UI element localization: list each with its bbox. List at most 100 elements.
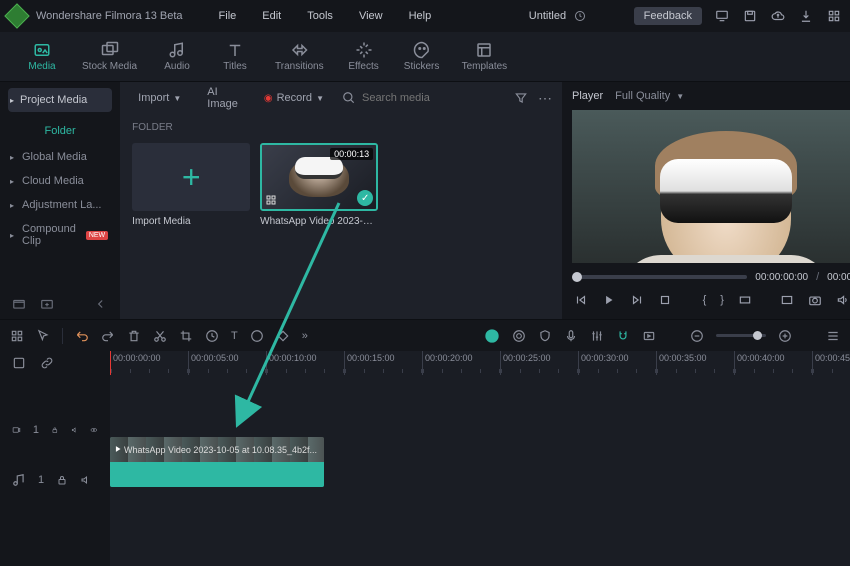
current-time: 00:00:00:00 [755,272,808,283]
export-icon[interactable] [798,8,814,24]
magnet-icon[interactable] [616,329,630,343]
tab-effects[interactable]: Effects [336,37,392,76]
speed-icon[interactable] [205,329,219,343]
new-folder-icon[interactable] [12,297,26,311]
collapse-sidebar-icon[interactable] [94,297,108,311]
zoom-slider[interactable] [716,334,766,337]
import-dropdown[interactable]: Import▼ [130,89,189,107]
sidebar-item-adjustment-layer[interactable]: ▸Adjustment La... [0,193,120,217]
record-button[interactable] [484,328,500,344]
redo-icon[interactable] [101,329,115,343]
camera-icon[interactable] [808,293,822,307]
audio-track-header[interactable]: 1 [0,455,110,505]
seek-handle[interactable] [572,272,582,282]
cut-icon[interactable] [153,329,167,343]
color-icon[interactable] [250,329,264,343]
record-dropdown[interactable]: ◉Record▼ [256,89,332,107]
sidebar-folder-label[interactable]: Folder [0,120,120,145]
play-icon[interactable] [602,293,616,307]
render-icon[interactable] [642,329,656,343]
sidebar-item-project-media[interactable]: ▸ Project Media [8,88,112,112]
arrange-icon[interactable] [10,329,24,343]
volume-icon[interactable] [836,293,850,307]
seek-track[interactable] [572,275,747,279]
menu-view[interactable]: View [349,6,393,26]
sidebar-item-cloud-media[interactable]: ▸Cloud Media [0,169,120,193]
ai-image-button[interactable]: AI Image [199,83,246,113]
apps-icon[interactable] [826,8,842,24]
feedback-button[interactable]: Feedback [634,7,702,25]
filter-icon[interactable] [514,91,528,105]
visibility-icon[interactable] [90,424,98,436]
lock-icon[interactable] [51,424,59,436]
menu-help[interactable]: Help [399,6,442,26]
tab-media[interactable]: Media [14,37,70,76]
asset-tabs: Media Stock Media Audio Titles Transitio… [0,32,850,82]
save-icon[interactable] [742,8,758,24]
text-icon[interactable]: T [231,330,238,342]
sidebar-item-compound-clip[interactable]: ▸Compound ClipNEW [0,217,120,253]
delete-icon[interactable] [127,329,141,343]
timeline-tracks[interactable]: WhatsApp Video 2023-10-05 at 10.08.35_4b… [110,375,850,566]
menu-file[interactable]: File [209,6,247,26]
new-bin-icon[interactable] [40,297,54,311]
list-view-icon[interactable] [826,329,840,343]
video-track-icon [12,423,21,437]
zoom-in-icon[interactable] [778,329,792,343]
fullscreen-icon[interactable] [780,293,794,307]
tab-transitions[interactable]: Transitions [265,37,334,76]
grid-icon [265,194,277,206]
quality-selector[interactable]: Full Quality▼ [615,90,684,102]
prev-frame-icon[interactable] [574,293,588,307]
import-media-card[interactable]: + Import Media [132,143,250,232]
player-seekbar: 00:00:00:00 / 00:00:13:20 [572,263,850,287]
desktop-icon[interactable] [714,8,730,24]
stickers-icon [413,41,431,59]
mute-icon[interactable] [80,474,92,486]
video-track-header[interactable]: 1 [0,405,110,455]
templates-icon [475,41,493,59]
sidebar-item-global-media[interactable]: ▸Global Media [0,145,120,169]
tab-templates[interactable]: Templates [452,37,518,76]
next-frame-icon[interactable] [630,293,644,307]
marker-icon[interactable] [512,329,526,343]
menu-tools[interactable]: Tools [297,6,343,26]
plus-icon: + [182,159,201,196]
zoom-handle[interactable] [753,331,762,340]
document-title: Untitled [489,10,586,22]
media-panel: Import▼ AI Image ◉Record▼ ⋯ FOLDER + Imp… [120,82,562,319]
mute-icon[interactable] [71,424,79,436]
timeline-ruler[interactable]: 00:00:00:00 00:00:05:00 00:00:10:00 00:0… [110,351,850,375]
mixer-icon[interactable] [590,329,604,343]
media-clip-card[interactable]: 00:00:13 ✓ WhatsApp Video 2023-10-05... [260,143,378,232]
timeline-clip[interactable]: WhatsApp Video 2023-10-05 at 10.08.35_4b… [110,437,324,487]
more-icon[interactable]: ⋯ [538,90,552,107]
timeline-settings-icon[interactable] [12,356,26,370]
tab-stickers[interactable]: Stickers [394,37,450,76]
more-tools-icon[interactable]: » [302,330,308,342]
audio-track-icon [12,473,26,487]
mark-in-icon[interactable]: { [703,294,707,306]
timeline: 00:00:00:00 00:00:05:00 00:00:10:00 00:0… [0,351,850,566]
search-media-input[interactable] [362,92,504,104]
link-icon[interactable] [40,356,54,370]
mark-out-icon[interactable]: } [720,294,724,306]
tab-audio[interactable]: Audio [149,37,205,76]
aspect-icon[interactable] [738,293,752,307]
crop-icon[interactable] [179,329,193,343]
lock-icon[interactable] [56,474,68,486]
menu-edit[interactable]: Edit [252,6,291,26]
mic-icon[interactable] [564,329,578,343]
tab-titles[interactable]: Titles [207,37,263,76]
player-viewport[interactable] [572,110,850,263]
playhead[interactable] [110,351,111,375]
duration-badge: 00:00:13 [330,148,373,160]
tab-stock-media[interactable]: Stock Media [72,37,147,76]
cursor-icon[interactable] [36,329,50,343]
keyframe-icon[interactable] [276,329,290,343]
zoom-out-icon[interactable] [690,329,704,343]
shield-icon[interactable] [538,329,552,343]
stop-icon[interactable] [658,293,672,307]
undo-icon[interactable] [75,329,89,343]
cloud-upload-icon[interactable] [770,8,786,24]
